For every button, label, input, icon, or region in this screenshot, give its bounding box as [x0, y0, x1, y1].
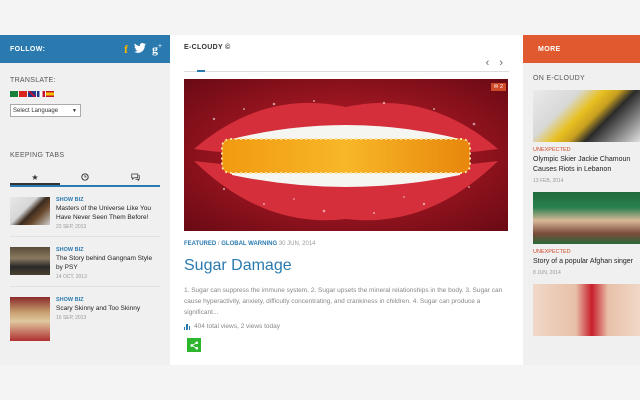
- slider-track: [184, 71, 509, 72]
- post-date: 30 JUN, 2014: [278, 241, 316, 247]
- flag-france-icon[interactable]: [37, 91, 45, 97]
- tab-recent[interactable]: [60, 171, 110, 185]
- flag-saudi-icon[interactable]: [10, 91, 18, 97]
- keeping-item-date: 14 OCT, 2013: [56, 274, 87, 280]
- site-brand[interactable]: E-CLOUDY ©: [184, 44, 231, 51]
- more-item[interactable]: UNEXPECTED Story of a popular Afghan sin…: [533, 192, 640, 276]
- more-item-thumbnail[interactable]: [533, 284, 640, 336]
- flag-china-icon[interactable]: [19, 91, 27, 97]
- featured-image[interactable]: ✉ 2: [184, 79, 508, 231]
- more-item[interactable]: [533, 284, 640, 336]
- follow-bar: FOLLOW: f g+: [0, 35, 170, 63]
- tab-popular[interactable]: ★: [10, 171, 60, 185]
- language-select-value: Select Language: [13, 107, 59, 114]
- stats-icon: [184, 323, 190, 330]
- post-category[interactable]: FEATURED: [184, 241, 216, 247]
- more-bar[interactable]: MORE: [523, 35, 640, 63]
- keeping-item-thumbnail[interactable]: [10, 197, 50, 225]
- keeping-item[interactable]: SHOW BIZ Masters of the Universe Like Yo…: [10, 197, 160, 237]
- social-icons: f g+: [124, 42, 162, 57]
- keeping-item-thumbnail[interactable]: [10, 297, 50, 341]
- keeping-item-date: 23 SEP, 2013: [56, 224, 87, 230]
- more-item-date: 13 FEB, 2014: [533, 178, 564, 184]
- post-meta: FEATURED / GLOBAL WARNING 30 JUN, 2014: [184, 241, 316, 247]
- keeping-tabs: ★: [10, 171, 160, 187]
- translate-title: TRANSLATE:: [10, 77, 56, 84]
- comment-icon: ✉: [493, 84, 499, 90]
- keeping-item-title[interactable]: The Story behind Gangnam Style by PSY: [56, 254, 160, 272]
- language-flags: [10, 91, 170, 97]
- more-item-date: 8 JUN, 2014: [533, 270, 561, 276]
- twitter-icon[interactable]: [134, 42, 146, 57]
- chevron-right-icon[interactable]: ›: [499, 57, 503, 69]
- on-site-title: ON E-CLOUDY: [533, 75, 585, 82]
- right-sidebar: MORE ON E-CLOUDY UNEXPECTED Olympic Skie…: [523, 35, 640, 365]
- more-label: MORE: [538, 45, 561, 53]
- more-item-category[interactable]: UNEXPECTED: [533, 249, 640, 255]
- left-sidebar: FOLLOW: f g+ TRANSLATE: Select Language …: [0, 35, 170, 365]
- bottom-strip: [0, 365, 640, 400]
- comments-icon: [130, 173, 140, 183]
- slider-indicator[interactable]: [197, 70, 205, 72]
- more-item[interactable]: UNEXPECTED Olympic Skier Jackie Chamoun …: [533, 90, 640, 184]
- clock-icon: [81, 173, 89, 183]
- keeping-item-category[interactable]: SHOW BIZ: [56, 197, 160, 203]
- keeping-tabs-title: KEEPING TABS: [10, 152, 65, 159]
- tab-comments[interactable]: [110, 171, 160, 185]
- star-icon: ★: [31, 172, 39, 182]
- keeping-item[interactable]: SHOW BIZ Scary Skinny and Too Skinny 16 …: [10, 297, 160, 347]
- flag-uk-icon[interactable]: [28, 91, 36, 97]
- more-item-category[interactable]: UNEXPECTED: [533, 147, 640, 153]
- chevron-left-icon[interactable]: ‹: [486, 57, 490, 69]
- lips-candy-image: [184, 79, 508, 231]
- keeping-item[interactable]: SHOW BIZ The Story behind Gangnam Style …: [10, 247, 160, 287]
- comment-count-badge[interactable]: ✉ 2: [490, 83, 506, 91]
- more-item-thumbnail[interactable]: [533, 192, 640, 244]
- comment-count: 2: [499, 84, 503, 90]
- more-item-thumbnail[interactable]: [533, 90, 640, 142]
- follow-label: FOLLOW:: [10, 45, 46, 53]
- share-button[interactable]: [187, 338, 201, 352]
- language-select[interactable]: Select Language ▼: [10, 104, 81, 117]
- share-icon: [189, 340, 198, 350]
- top-strip: [0, 0, 640, 35]
- more-item-title[interactable]: Story of a popular Afghan singer: [533, 257, 640, 267]
- keeping-item-category[interactable]: SHOW BIZ: [56, 297, 160, 303]
- facebook-icon[interactable]: f: [124, 42, 128, 57]
- keeping-item-date: 16 SEP, 2013: [56, 315, 87, 321]
- keeping-item-title[interactable]: Scary Skinny and Too Skinny: [56, 304, 160, 313]
- google-plus-icon[interactable]: g+: [152, 42, 162, 57]
- keeping-item-title[interactable]: Masters of the Universe Like You Have Ne…: [56, 204, 160, 222]
- flag-spain-icon[interactable]: [46, 91, 54, 97]
- post-views: 404 total views, 2 views today: [184, 323, 280, 330]
- post-title[interactable]: Sugar Damage: [184, 257, 292, 275]
- post-subcategory[interactable]: GLOBAL WARNING: [221, 241, 277, 247]
- keeping-item-thumbnail[interactable]: [10, 247, 50, 275]
- views-text: 404 total views, 2 views today: [194, 323, 280, 330]
- keeping-item-category[interactable]: SHOW BIZ: [56, 247, 160, 253]
- more-item-title[interactable]: Olympic Skier Jackie Chamoun Causes Riot…: [533, 155, 640, 175]
- slider-nav: ‹ ›: [486, 57, 503, 69]
- post-excerpt: 1. Sugar can suppress the immune system.…: [184, 287, 503, 316]
- dropdown-arrow-icon: ▼: [72, 107, 77, 114]
- main-content: E-CLOUDY © ‹ › ✉ 2 FEATURED / GLOBAL WAR…: [170, 35, 523, 365]
